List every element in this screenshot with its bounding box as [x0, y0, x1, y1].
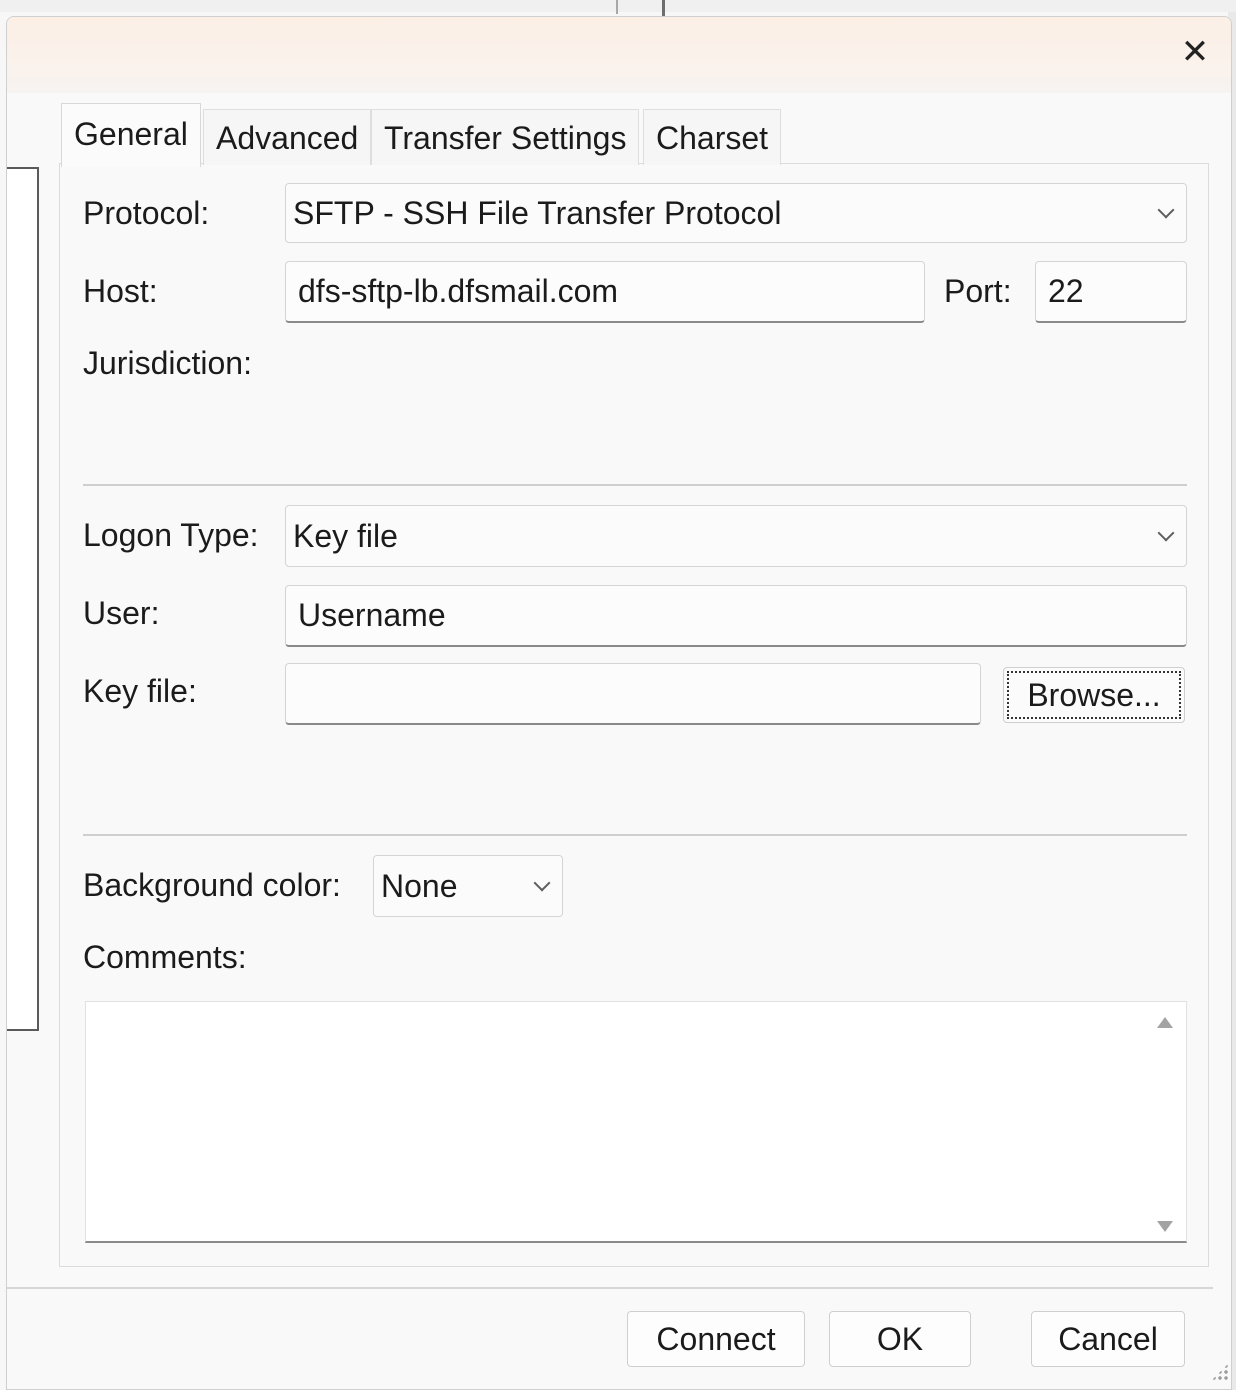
chevron-down-icon — [533, 874, 551, 892]
tab-transfer-settings[interactable]: Transfer Settings — [371, 109, 640, 165]
protocol-select-value: SFTP - SSH File Transfer Protocol — [293, 195, 782, 231]
section-divider — [83, 484, 1187, 486]
footer-divider — [7, 1287, 1213, 1289]
site-list-panel[interactable] — [7, 167, 39, 1031]
background-color-label: Background color: — [83, 867, 341, 903]
port-input[interactable]: 22 — [1035, 261, 1187, 323]
scroll-up-arrow-icon[interactable] — [1157, 1017, 1173, 1028]
user-label: User: — [83, 595, 160, 631]
host-input[interactable]: dfs-sftp-lb.dfsmail.com — [285, 261, 925, 323]
section-divider — [83, 834, 1187, 836]
title-bar — [7, 17, 1231, 93]
logon-type-label: Logon Type: — [83, 517, 259, 553]
logon-type-select[interactable]: Key file — [285, 505, 1187, 567]
resize-grip-icon[interactable] — [1211, 1363, 1229, 1381]
cancel-button[interactable]: Cancel — [1031, 1311, 1185, 1367]
close-icon[interactable]: ✕ — [1173, 31, 1217, 75]
chevron-down-icon — [1157, 201, 1175, 219]
protocol-select[interactable]: SFTP - SSH File Transfer Protocol — [285, 183, 1187, 243]
host-label: Host: — [83, 273, 158, 309]
background-color-select-value: None — [381, 868, 458, 904]
tab-charset[interactable]: Charset — [643, 109, 782, 165]
protocol-label: Protocol: — [83, 195, 210, 231]
site-manager-dialog: ✕ General Advanced Transfer Settings Cha… — [6, 16, 1232, 1390]
tab-general[interactable]: General — [61, 103, 201, 167]
ok-button[interactable]: OK — [829, 1311, 971, 1367]
focus-ring — [1007, 671, 1181, 719]
chevron-down-icon — [1157, 524, 1175, 542]
key-file-input[interactable] — [285, 663, 981, 725]
browse-button[interactable]: Browse... — [1003, 667, 1185, 723]
background-window — [0, 0, 1236, 12]
scroll-down-arrow-icon[interactable] — [1157, 1221, 1173, 1232]
connect-button[interactable]: Connect — [627, 1311, 805, 1367]
tab-advanced[interactable]: Advanced — [203, 109, 372, 165]
background-divider — [616, 0, 618, 14]
user-input[interactable]: Username — [285, 585, 1187, 647]
key-file-label: Key file: — [83, 673, 197, 709]
logon-type-select-value: Key file — [293, 518, 398, 554]
background-divider — [662, 0, 665, 16]
comments-textarea[interactable] — [85, 1001, 1187, 1243]
comments-label: Comments: — [83, 939, 247, 975]
jurisdiction-label: Jurisdiction: — [83, 345, 252, 381]
background-color-select[interactable]: None — [373, 855, 563, 917]
port-label: Port: — [944, 273, 1012, 309]
